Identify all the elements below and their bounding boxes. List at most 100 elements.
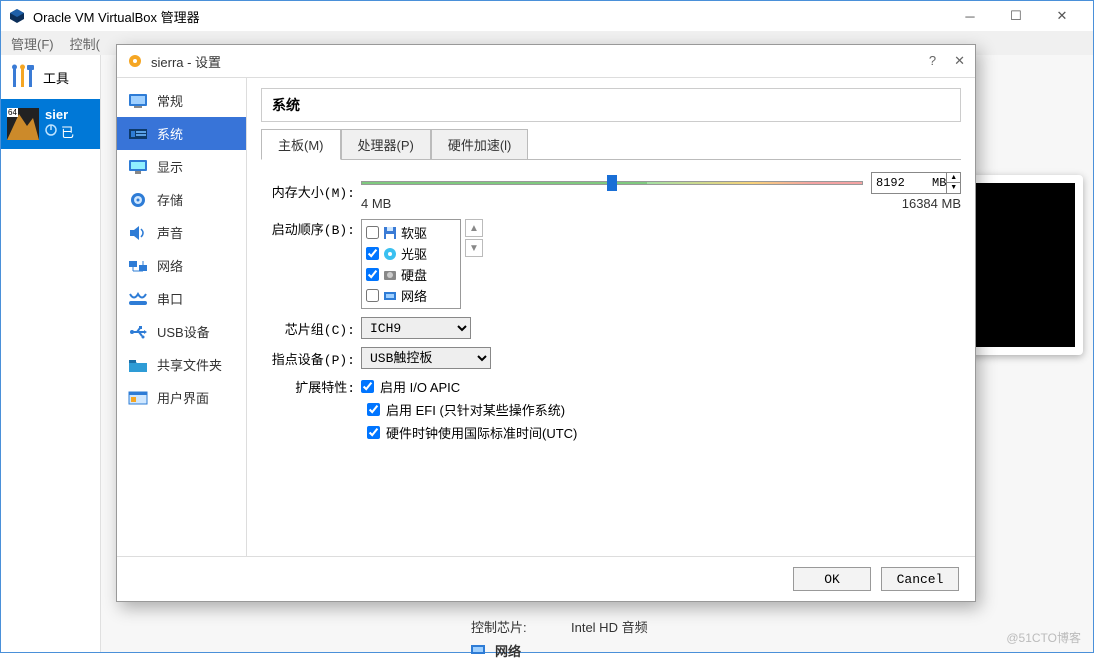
ext-label: 扩展特性: bbox=[261, 377, 361, 396]
system-tabs: 主板(M) 处理器(P) 硬件加速(l) bbox=[261, 128, 961, 160]
pointer-select[interactable]: USB触控板 bbox=[361, 347, 491, 369]
vm-thumbnail: 64 bbox=[7, 108, 39, 140]
boot-order-list[interactable]: 软驱 光驱 硬盘 网络 bbox=[361, 219, 461, 309]
memory-slider-thumb[interactable] bbox=[607, 175, 617, 191]
memory-slider[interactable] bbox=[361, 175, 863, 191]
dialog-titlebar: sierra - 设置 ? ✕ bbox=[117, 45, 975, 77]
ui-icon bbox=[127, 389, 149, 407]
dialog-help-button[interactable]: ? bbox=[929, 53, 936, 69]
maximize-button[interactable]: ☐ bbox=[993, 1, 1039, 31]
close-button[interactable]: ✕ bbox=[1039, 1, 1085, 31]
storage-icon bbox=[127, 191, 149, 209]
menu-admin[interactable]: 管理(F) bbox=[5, 32, 60, 55]
tools-button[interactable]: 工具 bbox=[1, 55, 100, 99]
main-window-title: Oracle VM VirtualBox 管理器 bbox=[33, 7, 947, 26]
boot-order-arrows: ▲ ▼ bbox=[465, 219, 483, 257]
boot-order-row: 启动顺序(B): 软驱 光驱 硬盘 bbox=[261, 219, 961, 309]
tools-label: 工具 bbox=[43, 68, 69, 87]
boot-move-down[interactable]: ▼ bbox=[465, 239, 483, 257]
dialog-title: sierra - 设置 bbox=[151, 52, 929, 71]
ext-efi[interactable]: 启用 EFI (只针对某些操作系统) bbox=[367, 400, 961, 419]
vm-item-sierra[interactable]: 64 sier 已 bbox=[1, 99, 100, 149]
cat-network[interactable]: 网络 bbox=[117, 249, 246, 282]
tab-acceleration[interactable]: 硬件加速(l) bbox=[431, 129, 529, 160]
ext-row: 扩展特性: 启用 I/O APIC bbox=[261, 377, 961, 396]
boot-order-label: 启动顺序(B): bbox=[261, 219, 361, 238]
boot-check-hdd[interactable] bbox=[366, 268, 379, 281]
network-header-icon bbox=[471, 643, 487, 658]
boot-check-floppy[interactable] bbox=[366, 226, 379, 239]
detail-control-chip: 控制芯片: Intel HD 音频 bbox=[471, 617, 648, 636]
boot-move-up[interactable]: ▲ bbox=[465, 219, 483, 237]
audio-icon bbox=[127, 224, 149, 242]
settings-category-list: 常规 系统 显示 存储 声音 网络 bbox=[117, 78, 247, 556]
ext-ioapic[interactable]: 启用 I/O APIC bbox=[361, 377, 460, 396]
tab-motherboard[interactable]: 主板(M) bbox=[261, 129, 341, 160]
memory-row: 内存大小(M): MB ▲▼ 4 MB bbox=[261, 172, 961, 211]
gear-icon bbox=[127, 53, 143, 69]
detail-network-header: 网络 bbox=[471, 641, 521, 660]
vm-list-pane: 工具 64 sier 已 bbox=[1, 55, 101, 652]
boot-item-hdd[interactable]: 硬盘 bbox=[364, 264, 458, 285]
memory-label: 内存大小(M): bbox=[261, 182, 361, 201]
boot-item-optical[interactable]: 光驱 bbox=[364, 243, 458, 264]
virtualbox-app-icon bbox=[9, 8, 25, 24]
vm-text: sier 已 bbox=[45, 107, 74, 141]
boot-check-network[interactable] bbox=[366, 289, 379, 302]
boot-check-optical[interactable] bbox=[366, 247, 379, 260]
ext-ioapic-check[interactable] bbox=[361, 380, 374, 393]
main-titlebar: Oracle VM VirtualBox 管理器 ─ ☐ ✕ bbox=[1, 1, 1093, 31]
hdd-icon bbox=[383, 268, 397, 282]
cat-ui[interactable]: 用户界面 bbox=[117, 381, 246, 414]
ok-button[interactable]: OK bbox=[793, 567, 871, 591]
memory-ruler: 4 MB 16384 MB bbox=[361, 196, 961, 211]
net-icon bbox=[383, 289, 397, 303]
cat-audio[interactable]: 声音 bbox=[117, 216, 246, 249]
cat-storage[interactable]: 存储 bbox=[117, 183, 246, 216]
memory-spinbox[interactable]: MB ▲▼ bbox=[871, 172, 961, 194]
cat-general[interactable]: 常规 bbox=[117, 84, 246, 117]
section-title: 系统 bbox=[272, 95, 950, 115]
chipset-label: 芯片组(C): bbox=[261, 319, 361, 338]
watermark: @51CTO博客 bbox=[1006, 629, 1081, 646]
general-icon bbox=[127, 92, 149, 110]
section-title-box: 系统 bbox=[261, 88, 961, 122]
settings-dialog: sierra - 设置 ? ✕ 常规 系统 显示 存储 bbox=[116, 44, 976, 602]
menu-control[interactable]: 控制( bbox=[64, 32, 106, 55]
ext-utc-check[interactable] bbox=[367, 426, 380, 439]
power-icon bbox=[45, 124, 57, 139]
ext-efi-check[interactable] bbox=[367, 403, 380, 416]
serial-icon bbox=[127, 290, 149, 308]
network-icon bbox=[127, 257, 149, 275]
dialog-buttons: OK Cancel bbox=[117, 556, 975, 601]
cat-system[interactable]: 系统 bbox=[117, 117, 246, 150]
settings-content: 系统 主板(M) 处理器(P) 硬件加速(l) 内存大小(M): bbox=[247, 78, 975, 556]
cat-usb[interactable]: USB设备 bbox=[117, 315, 246, 348]
detail-value: Intel HD 音频 bbox=[571, 617, 648, 636]
boot-item-floppy[interactable]: 软驱 bbox=[364, 222, 458, 243]
cat-shared[interactable]: 共享文件夹 bbox=[117, 348, 246, 381]
vm-state: 已 bbox=[45, 122, 74, 141]
system-icon bbox=[127, 125, 149, 143]
boot-item-network[interactable]: 网络 bbox=[364, 285, 458, 306]
cat-display[interactable]: 显示 bbox=[117, 150, 246, 183]
shared-folder-icon bbox=[127, 356, 149, 374]
ext-utc[interactable]: 硬件时钟使用国际标准时间(UTC) bbox=[367, 423, 961, 442]
pointer-label: 指点设备(P): bbox=[261, 349, 361, 368]
dialog-close-button[interactable]: ✕ bbox=[954, 53, 965, 69]
vm-name: sier bbox=[45, 107, 74, 122]
tab-processor[interactable]: 处理器(P) bbox=[341, 129, 431, 160]
vm-arch-tag: 64 bbox=[7, 108, 18, 117]
main-window-controls: ─ ☐ ✕ bbox=[947, 1, 1085, 31]
memory-input[interactable] bbox=[872, 176, 932, 190]
floppy-icon bbox=[383, 226, 397, 240]
cat-serial[interactable]: 串口 bbox=[117, 282, 246, 315]
tools-icon bbox=[9, 63, 37, 91]
chipset-select[interactable]: ICH9 bbox=[361, 317, 471, 339]
chipset-row: 芯片组(C): ICH9 bbox=[261, 317, 961, 339]
memory-stepper[interactable]: ▲▼ bbox=[946, 173, 960, 193]
display-icon bbox=[127, 158, 149, 176]
cancel-button[interactable]: Cancel bbox=[881, 567, 959, 591]
minimize-button[interactable]: ─ bbox=[947, 1, 993, 31]
detail-label: 控制芯片: bbox=[471, 617, 551, 636]
